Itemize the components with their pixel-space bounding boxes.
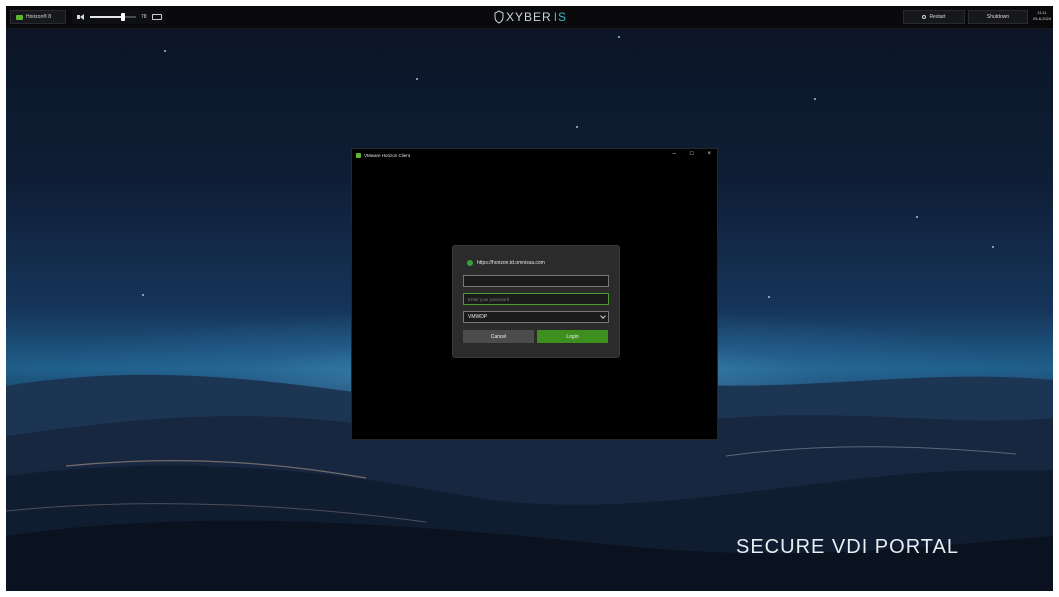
chevron-down-icon: [600, 313, 606, 319]
speaker-icon[interactable]: [77, 14, 85, 20]
server-icon: [467, 260, 473, 266]
server-url: https://horizon.td.omnissa.com: [477, 260, 545, 266]
taskbar-app-horizon[interactable]: Horizon® 8: [10, 10, 66, 24]
taskbar: Horizon® 8 78 XYBERIS Restart Shutdown: [6, 6, 1053, 29]
horizon-client-window: VMware Horizon Client – □ × https://hori…: [351, 148, 718, 440]
login-button[interactable]: Login: [537, 330, 608, 343]
clock: 11:11 29-8-2024: [1031, 10, 1053, 22]
volume-slider[interactable]: [90, 13, 136, 21]
volume-fill: [90, 16, 124, 18]
volume-thumb[interactable]: [121, 13, 126, 21]
shutdown-label: Shutdown: [986, 14, 1010, 20]
secure-vdi-portal-tagline: SECURE VDI PORTAL: [736, 536, 959, 558]
volume-level: 78: [141, 14, 147, 20]
desktop: SECURE VDI PORTAL Horizon® 8 78 XYBERIS: [6, 6, 1053, 591]
cancel-button[interactable]: Cancel: [463, 330, 534, 343]
window-controls: – □ ×: [673, 151, 711, 157]
shield-icon: [494, 10, 504, 24]
clock-date: 29-8-2024: [1032, 16, 1052, 21]
login-dialog: https://horizon.td.omnissa.com VMWDP Can…: [452, 245, 620, 358]
taskbar-app-label: Horizon® 8: [26, 14, 52, 20]
password-input[interactable]: [463, 293, 609, 305]
minimize-button[interactable]: –: [673, 151, 676, 157]
restart-icon: [922, 15, 927, 19]
window-titlebar[interactable]: VMware Horizon Client – □ ×: [352, 149, 717, 161]
brand-prefix: XYBER: [506, 10, 552, 24]
domain-select[interactable]: VMWDP: [463, 311, 609, 323]
close-button[interactable]: ×: [707, 151, 711, 157]
shutdown-button[interactable]: Shutdown: [968, 10, 1028, 24]
window-title: VMware Horizon Client: [364, 152, 411, 158]
brand-accent: IS: [553, 10, 568, 24]
horizon-app-icon: [16, 14, 23, 20]
restart-label: Restart: [929, 14, 946, 20]
audio-control: 78: [72, 10, 166, 24]
username-input[interactable]: [463, 275, 609, 287]
maximize-button[interactable]: □: [690, 151, 694, 157]
display-icon[interactable]: [151, 14, 162, 20]
domain-selected-value: VMWDP: [468, 314, 488, 320]
vmware-logo-icon: [356, 152, 361, 158]
brand-logo: XYBER IS: [494, 8, 567, 26]
server-row: https://horizon.td.omnissa.com: [467, 260, 545, 266]
restart-button[interactable]: Restart: [903, 10, 965, 24]
